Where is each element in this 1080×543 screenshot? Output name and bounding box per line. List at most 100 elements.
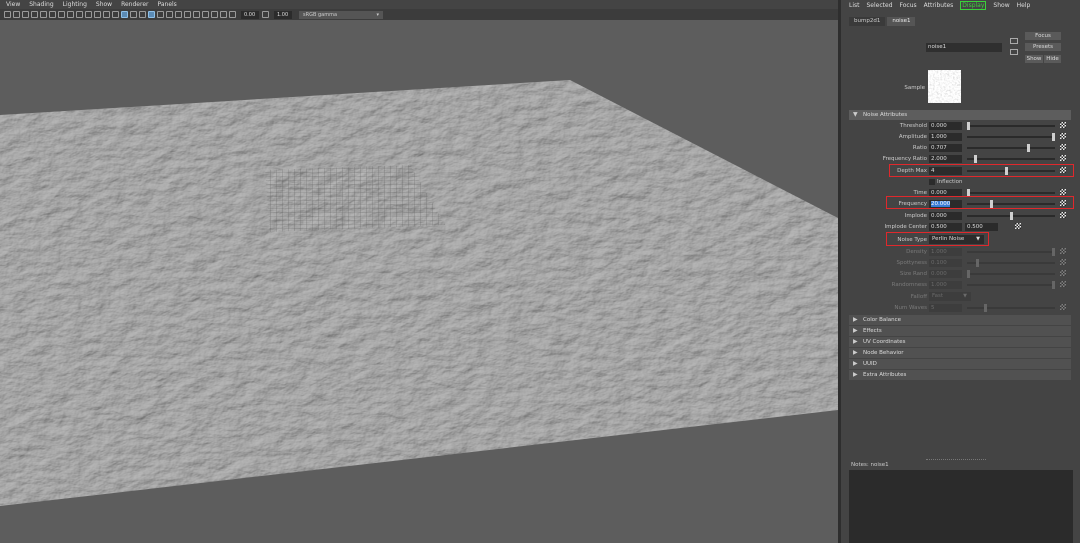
film-gate-icon[interactable] [49, 11, 56, 18]
ae-menu-list[interactable]: List [849, 2, 860, 9]
implode-field[interactable]: 0.000 [929, 212, 962, 220]
slider-handle [1052, 248, 1055, 256]
menu-panels[interactable]: Panels [157, 0, 176, 9]
isolate-select-icon[interactable] [220, 11, 227, 18]
frequency-ratio-slider[interactable] [967, 155, 1055, 163]
ae-menu-attributes[interactable]: Attributes [924, 2, 954, 9]
splitter-handle[interactable] [926, 459, 986, 460]
map-button-icon[interactable] [1060, 189, 1066, 195]
resolution-gate-icon[interactable] [58, 11, 65, 18]
section-uv-coordinates[interactable]: ▶ UV Coordinates [849, 337, 1071, 347]
ae-menu-focus[interactable]: Focus [900, 2, 917, 9]
textured-icon[interactable] [121, 11, 128, 18]
threshold-slider[interactable] [967, 122, 1055, 130]
frequency-ratio-field[interactable]: 2.000 [929, 155, 962, 163]
select-camera-icon[interactable] [4, 11, 11, 18]
camera-attributes-icon[interactable] [13, 11, 20, 18]
section-label: Color Balance [863, 317, 902, 323]
safe-title-icon[interactable] [94, 11, 101, 18]
tab-bump2d1[interactable]: bump2d1 [849, 17, 886, 26]
input-connection-icon[interactable] [1010, 38, 1018, 44]
anti-aliasing-icon[interactable] [202, 11, 209, 18]
amplitude-label: Amplitude [898, 134, 927, 140]
section-extra-attributes[interactable]: ▶ Extra Attributes [849, 370, 1071, 380]
implode-slider[interactable] [967, 212, 1055, 220]
slider-handle[interactable] [1010, 212, 1013, 220]
section-noise-attributes[interactable]: ▼ Noise Attributes [849, 110, 1071, 120]
highlight-box-noise-type [886, 232, 989, 246]
image-plane-icon[interactable] [31, 11, 38, 18]
ratio-field[interactable]: 0.707 [929, 144, 962, 152]
gamma-icon[interactable] [262, 11, 269, 18]
wireframe-on-shaded-icon[interactable] [148, 11, 155, 18]
depth-of-field-icon[interactable] [211, 11, 218, 18]
shadows-icon[interactable] [139, 11, 146, 18]
viewport-toolbar: 0.00 1.00 sRGB gamma ▾ [0, 9, 838, 20]
map-button-icon[interactable] [1060, 212, 1066, 218]
ae-menu-show[interactable]: Show [993, 2, 1009, 9]
presets-button[interactable]: Presets [1025, 43, 1061, 51]
ae-menu-display[interactable]: Display [960, 0, 987, 10]
bookmark-icon[interactable] [22, 11, 29, 18]
map-button-icon[interactable] [1015, 223, 1021, 229]
scene-view[interactable] [0, 20, 838, 543]
section-uuid[interactable]: ▶ UUID [849, 359, 1071, 369]
focus-button[interactable]: Focus [1025, 32, 1061, 40]
use-all-lights-icon[interactable] [130, 11, 137, 18]
menu-renderer[interactable]: Renderer [121, 0, 148, 9]
slider-handle[interactable] [974, 155, 977, 163]
section-effects[interactable]: ▶ Effects [849, 326, 1071, 336]
section-color-balance[interactable]: ▶ Color Balance [849, 315, 1071, 325]
menu-view[interactable]: View [6, 0, 20, 9]
notes-textarea[interactable] [849, 470, 1073, 543]
xray-components-icon[interactable] [175, 11, 182, 18]
spottyness-field: 0.100 [929, 259, 962, 267]
xray-joints-icon[interactable] [166, 11, 173, 18]
map-button-icon[interactable] [1060, 144, 1066, 150]
falloff-label: Falloff [910, 294, 927, 300]
menu-lighting[interactable]: Lighting [63, 0, 87, 9]
map-button-icon[interactable] [1060, 122, 1066, 128]
gamma-field[interactable]: 1.00 [274, 10, 292, 19]
amplitude-slider[interactable] [967, 133, 1055, 141]
viewport-panel[interactable]: View Shading Lighting Show Renderer Pane… [0, 0, 838, 543]
output-connection-icon[interactable] [1010, 49, 1018, 55]
ambient-occlusion-icon[interactable] [184, 11, 191, 18]
node-name-field[interactable]: noise1 [926, 43, 1002, 52]
grid-icon[interactable] [40, 11, 47, 18]
hide-button[interactable]: Hide [1044, 55, 1061, 63]
show-button[interactable]: Show [1025, 55, 1043, 63]
color-space-dropdown[interactable]: sRGB gamma ▾ [299, 10, 383, 19]
ratio-slider[interactable] [967, 144, 1055, 152]
amplitude-field[interactable]: 1.000 [929, 133, 962, 141]
motion-blur-icon[interactable] [193, 11, 200, 18]
slider-handle[interactable] [967, 122, 970, 130]
ae-menu-help[interactable]: Help [1017, 2, 1031, 9]
wireframe-icon[interactable] [103, 11, 110, 18]
menu-shading[interactable]: Shading [29, 0, 53, 9]
expand-right-icon: ▶ [853, 360, 858, 367]
xray-icon[interactable] [157, 11, 164, 18]
implode-center-x-field[interactable]: 0.500 [929, 223, 962, 231]
expand-right-icon: ▶ [853, 327, 858, 334]
exposure-field[interactable]: 0.00 [241, 10, 259, 19]
tab-noise1[interactable]: noise1 [887, 17, 916, 26]
map-button-icon[interactable] [1060, 133, 1066, 139]
ae-menu-selected[interactable]: Selected [867, 2, 893, 9]
gate-mask-icon[interactable] [67, 11, 74, 18]
safe-action-icon[interactable] [85, 11, 92, 18]
menu-show[interactable]: Show [96, 0, 112, 9]
field-chart-icon[interactable] [76, 11, 83, 18]
time-slider[interactable] [967, 189, 1055, 197]
exposure-icon[interactable] [229, 11, 236, 18]
slider-handle[interactable] [1052, 133, 1055, 141]
map-button-icon[interactable] [1060, 155, 1066, 161]
inflection-checkbox[interactable] [929, 179, 935, 185]
smooth-shade-icon[interactable] [112, 11, 119, 18]
threshold-field[interactable]: 0.000 [929, 122, 962, 130]
implode-center-y-field[interactable]: 0.500 [965, 223, 998, 231]
slider-handle[interactable] [1027, 144, 1030, 152]
section-label: Effects [863, 328, 882, 334]
slider-handle [984, 304, 987, 312]
section-node-behavior[interactable]: ▶ Node Behavior [849, 348, 1071, 358]
